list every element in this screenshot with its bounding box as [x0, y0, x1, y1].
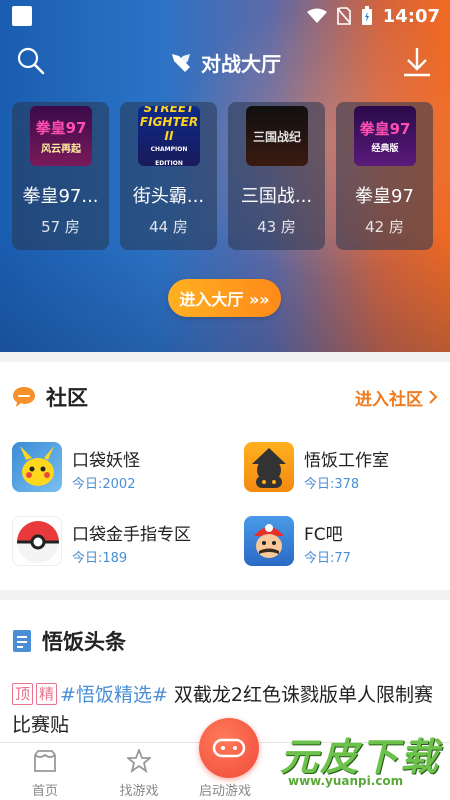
battery-icon [361, 6, 372, 25]
room-count: 44 房 [149, 218, 188, 236]
community-item-fc[interactable]: FC吧 今日:77 [244, 516, 444, 570]
community-name: 口袋金手指专区 [72, 525, 191, 545]
community-title: 社区 [46, 386, 88, 410]
game-cover: 拳皇97 经典版 [354, 106, 416, 166]
game-card[interactable]: 拳皇97 风云再起 拳皇97... 57 房 [12, 102, 109, 250]
launch-game-button[interactable] [199, 718, 259, 778]
headline-hashtag: #悟饭精选# [60, 684, 168, 706]
room-count: 57 房 [41, 218, 80, 236]
community-name: 悟饭工作室 [304, 451, 389, 471]
document-icon [13, 630, 31, 652]
cover-art-title: 拳皇97 [359, 120, 411, 138]
community-today-count: 今日:77 [304, 551, 351, 566]
nav-find-games-label: 找游戏 [119, 784, 159, 799]
headlines-header: 悟饭头条 [12, 626, 126, 656]
home-icon [34, 750, 56, 772]
room-count: 42 房 [365, 218, 404, 236]
nav-launch-label: 启动游戏 [198, 784, 251, 799]
game-name: 街头霸... [132, 186, 205, 207]
community-item-wufan-studio[interactable]: 悟饭工作室 今日:378 [244, 442, 444, 496]
game-list: 拳皇97 风云再起 拳皇97... 57 房 STREET FIGHTER II… [12, 102, 438, 250]
cover-art-title: STREET FIGHTER II [139, 106, 199, 143]
game-name: 拳皇97... [22, 186, 99, 207]
game-name: 拳皇97 [355, 186, 414, 207]
game-name: 三国战... [240, 186, 313, 207]
top-bar: 对战大厅 [0, 40, 450, 84]
watermark-url: www.yuanpi.com [288, 774, 404, 788]
wufan-studio-icon [244, 442, 294, 492]
download-icon[interactable] [402, 46, 432, 78]
cover-art-title: 拳皇97 [35, 119, 87, 137]
page-title: 对战大厅 [0, 48, 450, 77]
game-card[interactable]: 三国战纪 三国战... 43 房 [228, 102, 325, 250]
pokeball-icon [12, 516, 62, 566]
community-item-pokemon[interactable]: 口袋妖怪 今日:2002 [12, 442, 212, 496]
status-bar: 14:07 [0, 0, 450, 32]
game-cover: 拳皇97 风云再起 [30, 106, 92, 166]
watermark-title: 元皮下载 [280, 735, 441, 779]
cover-art-subtitle: 经典版 [371, 144, 399, 154]
enter-hall-button[interactable]: 进入大厅 »» [168, 279, 281, 317]
community-today-count: 今日:2002 [72, 477, 136, 492]
headlines-title: 悟饭头条 [42, 630, 126, 654]
cover-art-subtitle: 风云再起 [41, 144, 81, 155]
mario-icon [244, 516, 294, 566]
nav-home-label: 首页 [31, 784, 58, 799]
watermark-logo: 元皮下载 www.yuanpi.com [262, 722, 448, 796]
game-card[interactable]: 拳皇97 经典版 拳皇97 42 房 [336, 102, 433, 250]
notification-icon [12, 6, 32, 26]
enter-community-label: 进入社区 [355, 389, 423, 410]
cover-art-title: 三国战纪 [252, 129, 301, 144]
nav-home[interactable]: 首页 [0, 743, 90, 800]
community-today-count: 今日:189 [72, 551, 128, 566]
page-title-text: 对战大厅 [201, 52, 281, 76]
community-item-cheats[interactable]: 口袋金手指专区 今日:189 [12, 516, 212, 570]
crossed-swords-icon [172, 53, 190, 72]
no-sim-icon [336, 7, 351, 25]
game-cover: STREET FIGHTER II CHAMPION EDITION [138, 106, 200, 166]
game-card[interactable]: STREET FIGHTER II CHAMPION EDITION 街头霸..… [120, 102, 217, 250]
chevron-right-icon [429, 390, 438, 404]
nav-find-games[interactable]: 找游戏 [94, 743, 184, 800]
gamepad-icon [212, 738, 246, 758]
pinned-tag: 顶 [12, 683, 34, 705]
pokemon-icon [12, 442, 62, 492]
community-header: 社区 进入社区 [12, 382, 438, 412]
clock: 14:07 [382, 5, 440, 27]
enter-community-link[interactable]: 进入社区 [355, 385, 438, 410]
community-name: 口袋妖怪 [72, 451, 140, 471]
community-name: FC吧 [304, 525, 343, 545]
featured-tag: 精 [36, 683, 58, 705]
wifi-icon [306, 8, 327, 23]
community-section: 社区 进入社区 口袋妖怪 今日:2002 悟饭工作室 今日:378 口袋金手指专… [0, 362, 450, 590]
community-today-count: 今日:378 [304, 477, 360, 492]
star-icon [127, 749, 151, 773]
battle-hall-banner: 14:07 对战大厅 拳皇97 风云再起 拳皇97... 57 房 STREET… [0, 0, 450, 352]
game-cover: 三国战纪 [246, 106, 308, 166]
cover-art-subtitle: CHAMPION EDITION [150, 146, 188, 166]
room-count: 43 房 [257, 218, 296, 236]
chat-bubble-icon [13, 387, 35, 407]
